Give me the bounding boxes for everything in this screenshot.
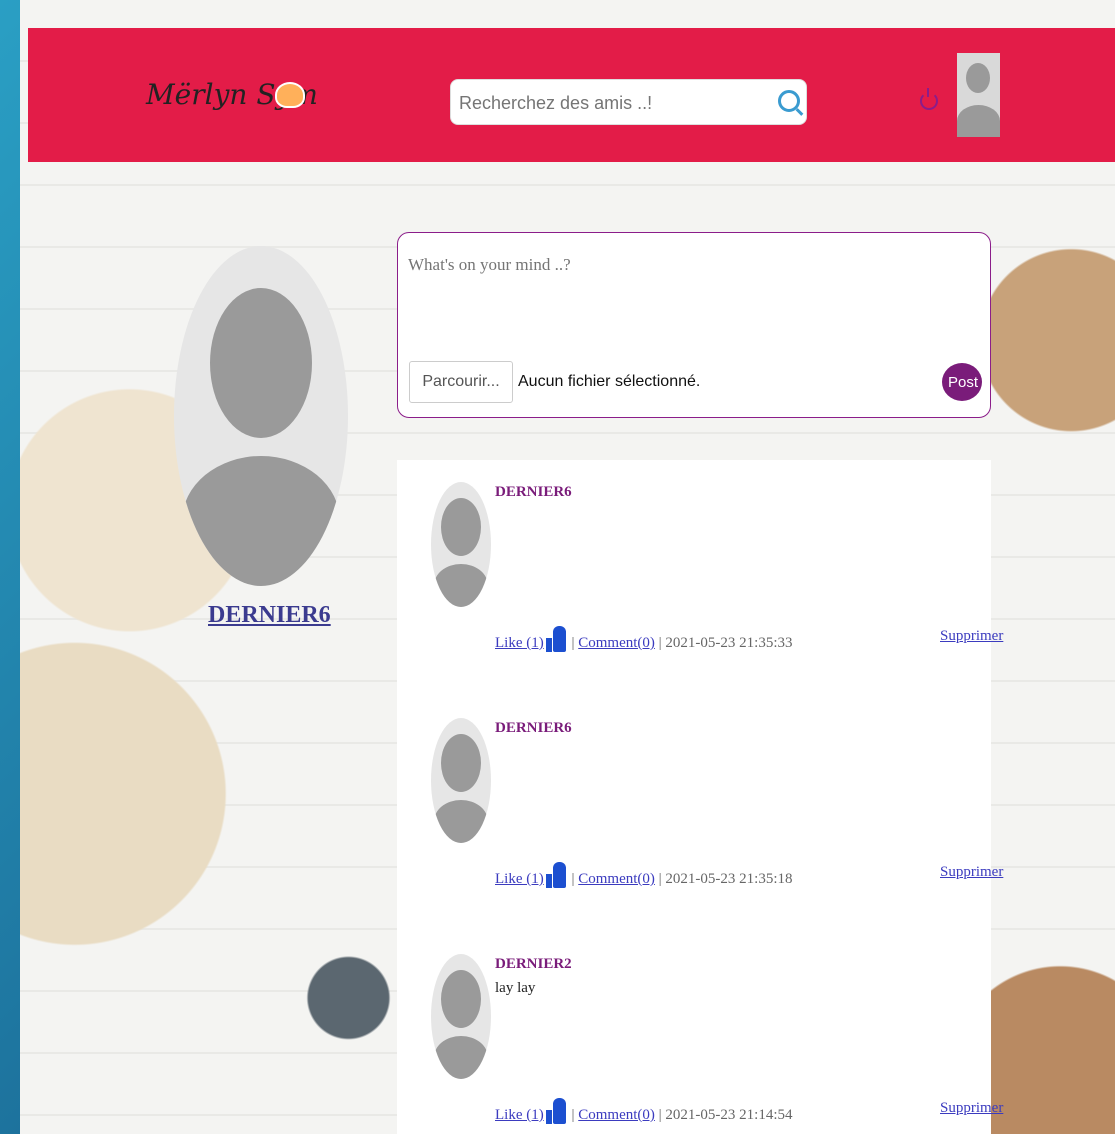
like-link[interactable]: Like (1) xyxy=(495,871,544,887)
avatar[interactable] xyxy=(957,53,1000,137)
search-icon[interactable] xyxy=(778,90,800,112)
separator: | xyxy=(571,1107,575,1123)
post-textarea[interactable] xyxy=(406,253,970,337)
avatar-head xyxy=(966,63,990,93)
app-frame: Mërlyn Sym DERNIER6 Parcourir... Aucun f… xyxy=(20,0,1115,1134)
comment-link[interactable]: Comment(0) xyxy=(578,871,655,887)
post-actions: Like (1) | Comment(0) | 2021-05-23 21:14… xyxy=(495,1098,793,1124)
avatar-body xyxy=(434,800,488,843)
thumbs-up-icon[interactable] xyxy=(545,626,566,652)
list-item: DERNIER2 lay lay Like (1) | Comment(0) |… xyxy=(397,932,1003,1134)
avatar-head xyxy=(441,970,481,1028)
list-item: DERNIER6 Like (1) | Comment(0) | 2021-05… xyxy=(397,696,1003,932)
power-icon[interactable] xyxy=(920,88,938,110)
like-link[interactable]: Like (1) xyxy=(495,635,544,651)
search-input[interactable] xyxy=(451,80,761,126)
avatar-head xyxy=(441,734,481,792)
post-author[interactable]: DERNIER6 xyxy=(495,484,572,501)
like-link[interactable]: Like (1) xyxy=(495,1107,544,1123)
delete-post-link[interactable]: Supprimer xyxy=(940,628,1003,645)
post-author[interactable]: DERNIER2 xyxy=(495,956,572,973)
profile-avatar xyxy=(174,246,348,586)
avatar-body xyxy=(434,564,488,607)
post-actions: Like (1) | Comment(0) | 2021-05-23 21:35… xyxy=(495,626,793,652)
separator: | xyxy=(658,1107,662,1123)
avatar-head xyxy=(210,288,312,438)
delete-post-link[interactable]: Supprimer xyxy=(940,1100,1003,1117)
file-status: Aucun fichier sélectionné. xyxy=(518,373,701,390)
delete-post-link[interactable]: Supprimer xyxy=(940,864,1003,881)
search-bar xyxy=(450,79,807,126)
avatar-head xyxy=(441,498,481,556)
separator: | xyxy=(658,871,662,887)
post-avatar xyxy=(431,954,491,1079)
comment-link[interactable]: Comment(0) xyxy=(578,1107,655,1123)
avatar-body xyxy=(182,456,340,586)
separator: | xyxy=(571,871,575,887)
feed: DERNIER6 Like (1) | Comment(0) | 2021-05… xyxy=(397,460,1003,1134)
post-avatar xyxy=(431,482,491,607)
post-composer: Parcourir... Aucun fichier sélectionné. … xyxy=(397,232,991,418)
avatar-body xyxy=(957,105,1000,137)
post-avatar xyxy=(431,718,491,843)
separator: | xyxy=(658,635,662,651)
post-timestamp: 2021-05-23 21:14:54 xyxy=(665,1107,793,1123)
thumbs-up-icon[interactable] xyxy=(545,1098,566,1124)
list-item: DERNIER6 Like (1) | Comment(0) | 2021-05… xyxy=(397,460,1003,696)
post-button[interactable]: Post xyxy=(942,363,982,401)
separator: | xyxy=(571,635,575,651)
file-browse-button[interactable]: Parcourir... xyxy=(409,361,513,403)
comment-link[interactable]: Comment(0) xyxy=(578,635,655,651)
avatar-body xyxy=(434,1036,488,1079)
thumbs-up-icon[interactable] xyxy=(545,862,566,888)
post-actions: Like (1) | Comment(0) | 2021-05-23 21:35… xyxy=(495,862,793,888)
cupcake-icon xyxy=(275,82,305,108)
post-timestamp: 2021-05-23 21:35:33 xyxy=(665,635,793,651)
profile-name-link[interactable]: DERNIER6 xyxy=(208,602,331,629)
post-text: lay lay xyxy=(495,980,536,996)
post-author[interactable]: DERNIER6 xyxy=(495,720,572,737)
post-timestamp: 2021-05-23 21:35:18 xyxy=(665,871,793,887)
